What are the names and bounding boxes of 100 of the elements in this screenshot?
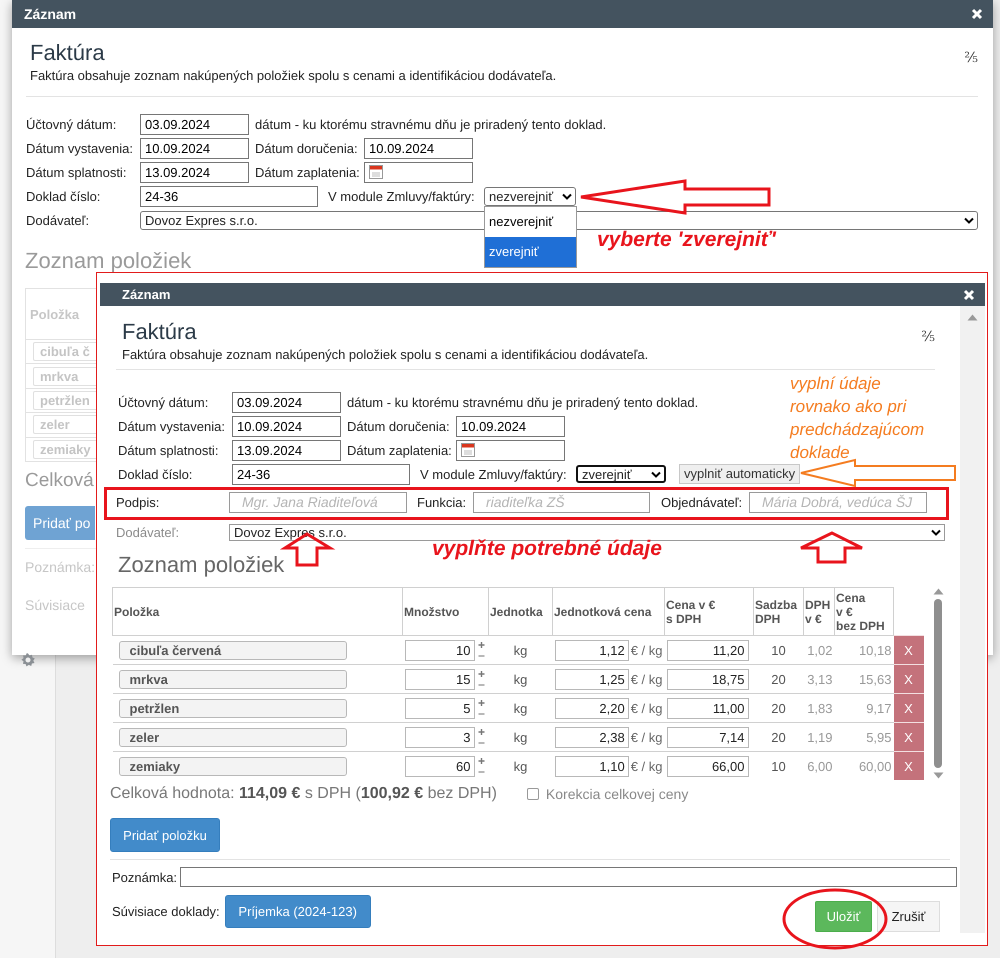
column-header: Cena v € s DPH bbox=[664, 588, 754, 636]
text-field[interactable]: 24-36 bbox=[232, 464, 410, 484]
scroll-up-icon[interactable] bbox=[932, 588, 944, 595]
date-field[interactable]: 10.09.2024 bbox=[232, 416, 341, 436]
price-field[interactable]: 7,14 bbox=[666, 726, 748, 748]
table-cell: 3,13 bbox=[804, 664, 834, 694]
add-item-button[interactable]: Pridať položku bbox=[110, 818, 220, 852]
column-header: Jednotka bbox=[488, 588, 552, 636]
table-cell: kg bbox=[488, 722, 552, 752]
date-field[interactable]: 10.09.2024 bbox=[364, 138, 473, 158]
dropdown[interactable]: nezverejniť bbox=[484, 186, 576, 206]
table-cell: 10 bbox=[754, 636, 804, 664]
total-text: Celková hodnota: 114,09 € s DPH (100,92 € bez DPH) bbox=[110, 785, 497, 803]
stepper-icon[interactable] bbox=[476, 670, 486, 688]
item-field[interactable]: zeler bbox=[118, 728, 346, 746]
date-field[interactable]: 10.09.2024 bbox=[140, 138, 249, 158]
window-title: Záznam bbox=[24, 6, 76, 22]
quantity-field[interactable]: 15 bbox=[404, 668, 474, 690]
date-field[interactable]: 13.09.2024 bbox=[140, 162, 249, 182]
item-field[interactable]: cibuľa červená bbox=[118, 640, 346, 660]
price-field[interactable]: 1,25 bbox=[554, 668, 629, 690]
quantity-field[interactable]: 10 bbox=[404, 640, 474, 660]
price-field[interactable]: 1,10 bbox=[554, 756, 629, 776]
field-label: Poznámka: bbox=[112, 870, 178, 884]
checkbox[interactable] bbox=[526, 788, 539, 800]
autofill-button[interactable]: vyplniť automaticky bbox=[679, 464, 800, 484]
item-field[interactable]: mrkva bbox=[118, 670, 346, 688]
field-label: Dátum vystavenia: bbox=[26, 140, 134, 156]
hint-text: dátum - ku ktorému stravnému dňu je priradený tento doklad. bbox=[255, 116, 606, 132]
calendar-icon[interactable] bbox=[461, 443, 475, 457]
table-cell: 20 bbox=[754, 722, 804, 752]
item-field[interactable]: petržlen bbox=[118, 698, 346, 718]
quantity-field[interactable]: 3 bbox=[404, 726, 474, 748]
unit-label: € / kg bbox=[630, 672, 662, 686]
table-cell: 1,02 bbox=[804, 636, 834, 664]
column-header: Položka bbox=[30, 306, 80, 322]
item-field[interactable]: zemiaky bbox=[118, 756, 346, 776]
dropdown-option[interactable]: zverejniť bbox=[485, 236, 576, 266]
text-field[interactable]: 24-36 bbox=[140, 186, 318, 206]
close-icon[interactable] bbox=[963, 288, 975, 300]
scrollbar-thumb[interactable] bbox=[934, 599, 942, 768]
quantity-field[interactable]: 5 bbox=[404, 698, 474, 718]
table-cell: 20 bbox=[754, 664, 804, 694]
chevron-icon bbox=[964, 216, 974, 224]
table-cell: 10 bbox=[754, 752, 804, 780]
price-field[interactable]: 2,20 bbox=[554, 698, 629, 718]
price-field[interactable]: 2,38 bbox=[554, 726, 629, 748]
quantity-field[interactable]: 60 bbox=[404, 756, 474, 776]
price-field[interactable]: 11,00 bbox=[666, 698, 748, 718]
price-field[interactable]: 66,00 bbox=[666, 756, 748, 776]
column-header: DPH v € bbox=[804, 588, 834, 636]
field-label: V module Zmluvy/faktúry: bbox=[328, 188, 476, 204]
close-icon[interactable] bbox=[971, 8, 983, 20]
column-header: Položka bbox=[112, 588, 402, 636]
hint-text: dátum - ku ktorému stravnému dňu je priradený tento doklad. bbox=[347, 394, 698, 410]
field-label: Dátum vystavenia: bbox=[118, 418, 226, 434]
gear-icon[interactable] bbox=[20, 652, 36, 668]
dropdown[interactable]: zverejniť bbox=[576, 465, 666, 483]
scroll-up-icon[interactable] bbox=[967, 314, 978, 321]
date-field[interactable] bbox=[456, 440, 565, 460]
field-label: Podpis: bbox=[116, 494, 160, 510]
field-label: Poznámka: bbox=[25, 558, 96, 575]
date-field[interactable]: 10.09.2024 bbox=[456, 416, 565, 436]
price-field[interactable]: 1,12 bbox=[554, 640, 629, 660]
stepper-icon[interactable] bbox=[476, 756, 486, 776]
column-header: Množstvo bbox=[402, 588, 488, 636]
field-label: Súvisiace bbox=[25, 596, 85, 613]
table-cell: 20 bbox=[754, 694, 804, 722]
stepper-icon[interactable] bbox=[476, 640, 486, 660]
chevron-icon bbox=[651, 470, 661, 478]
cancel-button[interactable]: Zrušiť bbox=[877, 901, 940, 932]
field-label: Funkcia: bbox=[417, 494, 468, 510]
note-field[interactable] bbox=[180, 867, 957, 887]
related-document-button[interactable]: Príjemka (2024-123) bbox=[224, 895, 371, 928]
field-label: Účtovný dátum: bbox=[26, 116, 118, 132]
price-field[interactable]: 11,20 bbox=[666, 640, 748, 660]
table-cell: kg bbox=[488, 636, 552, 664]
date-field[interactable]: 03.09.2024 bbox=[232, 392, 341, 412]
date-field[interactable]: 13.09.2024 bbox=[232, 440, 341, 460]
price-field[interactable]: 18,75 bbox=[666, 668, 748, 690]
field-label: Objednávateľ: bbox=[661, 494, 744, 510]
page-indicator: ⅖ bbox=[921, 329, 935, 345]
table-cell: kg bbox=[488, 752, 552, 780]
dialog-heading: Faktúra bbox=[122, 319, 197, 345]
unit-label: € / kg bbox=[630, 642, 662, 658]
annotation-text: vyplní údaje rovnako ako pri predchádzajúcom doklade bbox=[790, 373, 926, 464]
stepper-icon[interactable] bbox=[476, 698, 486, 718]
calendar-icon[interactable] bbox=[369, 165, 383, 179]
stepper-icon[interactable] bbox=[476, 728, 486, 746]
scroll-down-icon[interactable] bbox=[932, 772, 944, 779]
field-label: Dodávateľ: bbox=[26, 212, 90, 228]
column-header: Sadzba DPH bbox=[754, 588, 804, 636]
date-field[interactable] bbox=[364, 162, 473, 182]
page-indicator: ⅖ bbox=[964, 50, 978, 66]
chevron-icon bbox=[931, 528, 941, 536]
date-field[interactable]: 03.09.2024 bbox=[140, 114, 249, 134]
column-header: Jednotková cena bbox=[552, 588, 664, 636]
field-label: Dátum doručenia: bbox=[347, 418, 451, 434]
field-label: Doklad číslo: bbox=[26, 188, 102, 204]
annotation-text: vyberte 'zverejniť' bbox=[597, 228, 776, 252]
